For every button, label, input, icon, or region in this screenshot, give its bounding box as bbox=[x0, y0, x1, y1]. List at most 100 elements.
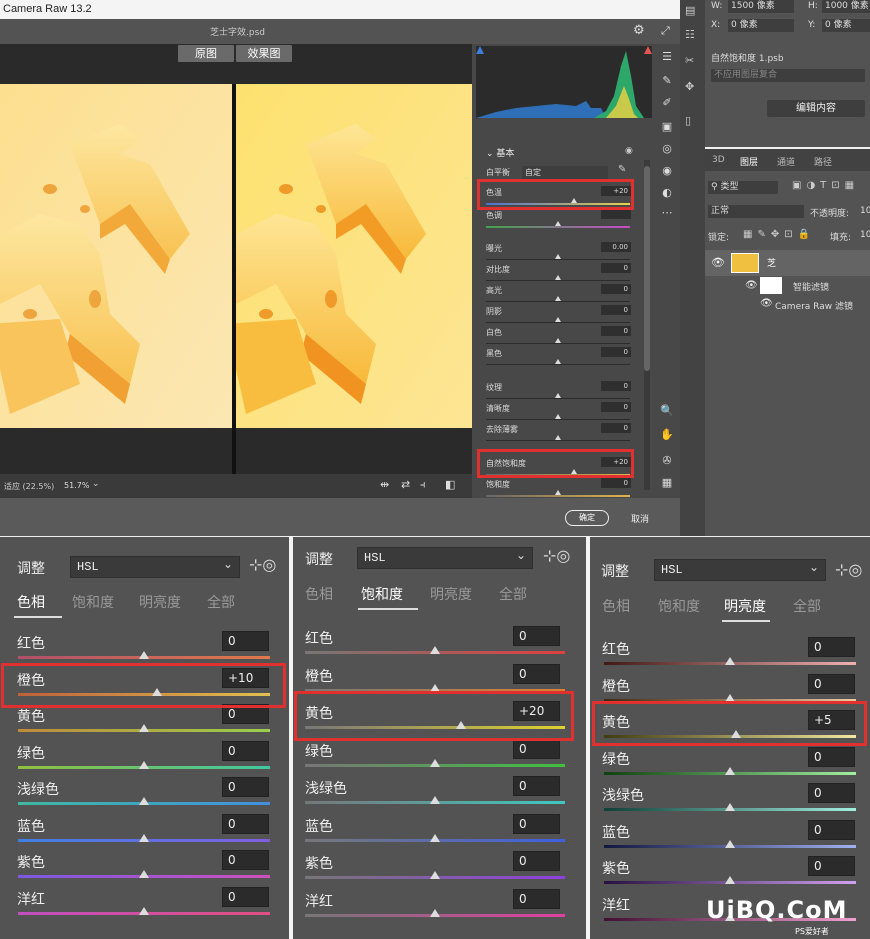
more-icon[interactable]: ⋯ bbox=[660, 206, 674, 219]
hsl-value-field[interactable]: 0 bbox=[222, 777, 269, 797]
ps-adjust-icon[interactable]: ☷ bbox=[685, 28, 695, 41]
hsl-value-field[interactable]: 0 bbox=[513, 813, 560, 834]
ps-brush-icon[interactable]: ✂ bbox=[685, 54, 694, 67]
ok-button[interactable]: 确定 bbox=[565, 510, 609, 526]
smart-filter-label[interactable]: 智能滤镜 bbox=[793, 280, 829, 293]
tab-channels[interactable]: 通道 bbox=[777, 155, 795, 168]
before-after-toggle-icon[interactable]: ◧ bbox=[445, 478, 455, 491]
white-balance-select[interactable]: 自定 bbox=[522, 166, 608, 179]
hsl-slider-thumb[interactable] bbox=[725, 803, 735, 811]
hsl-value-field[interactable]: 0 bbox=[513, 776, 560, 796]
blend-mode-select[interactable]: 正常 bbox=[708, 205, 804, 218]
hsl-slider-thumb[interactable] bbox=[139, 651, 149, 659]
hsl-value-field[interactable]: 0 bbox=[513, 888, 560, 909]
split-view-icon[interactable]: ⫞ bbox=[420, 478, 426, 492]
hsl-value-field[interactable]: 0 bbox=[222, 740, 269, 761]
fullscreen-icon[interactable]: ⤢ bbox=[661, 24, 670, 38]
zoom-level[interactable]: 51.7% bbox=[64, 481, 89, 490]
brush-icon[interactable]: ✎ bbox=[660, 74, 674, 87]
width-field[interactable]: 1500 像素 bbox=[728, 0, 794, 13]
basic-value-field[interactable]: 0 bbox=[601, 305, 631, 315]
target-adjust-icon[interactable]: ⊹◎ bbox=[249, 555, 276, 574]
chevron-down-icon[interactable]: ⌄ bbox=[92, 479, 100, 489]
basic-slider-track[interactable] bbox=[486, 419, 630, 420]
height-field[interactable]: 1000 像素 bbox=[822, 0, 870, 13]
hsl-slider-thumb[interactable] bbox=[139, 833, 149, 842]
basic-value-field[interactable]: 0.00 bbox=[601, 242, 631, 252]
basic-slider-thumb[interactable] bbox=[555, 359, 561, 364]
hsl-slider-thumb[interactable] bbox=[430, 646, 440, 654]
sampler-icon[interactable]: ✇ bbox=[660, 454, 674, 467]
tab-layers[interactable]: 图层 bbox=[740, 155, 758, 168]
cancel-button[interactable]: 取消 bbox=[631, 512, 649, 525]
hsl-value-field[interactable]: 0 bbox=[808, 856, 855, 876]
hsl-slider-thumb[interactable] bbox=[430, 833, 440, 842]
layer-filter-select[interactable]: ⚲ 类型 bbox=[708, 181, 778, 194]
basic-slider-thumb[interactable] bbox=[555, 296, 561, 301]
hsl-value-field[interactable]: 0 bbox=[808, 673, 855, 694]
ps-doc-icon[interactable]: ▯ bbox=[685, 114, 691, 127]
tab-hue[interactable]: 色相 bbox=[305, 584, 333, 604]
zoom-fit[interactable]: 适应 (22.5%) bbox=[4, 481, 54, 492]
layer-filter-icons[interactable]: ▣◑T⊡▦ bbox=[792, 180, 859, 191]
basic-value-field[interactable]: 0 bbox=[601, 326, 631, 336]
swap-view-icon[interactable]: ⇹ bbox=[380, 478, 389, 491]
tab-hue[interactable]: 色相 bbox=[17, 592, 45, 612]
hsl-slider-thumb[interactable] bbox=[139, 724, 149, 732]
basic-slider-thumb[interactable] bbox=[555, 393, 561, 398]
basic-value-field[interactable]: 0 bbox=[601, 423, 631, 433]
basic-slider-thumb[interactable] bbox=[555, 490, 561, 495]
hsl-slider-thumb[interactable] bbox=[725, 766, 735, 775]
layer-name[interactable]: 芝 bbox=[767, 256, 776, 269]
tab-all[interactable]: 全部 bbox=[207, 592, 235, 612]
basic-slider-track[interactable] bbox=[486, 280, 630, 281]
basic-slider-track[interactable] bbox=[486, 322, 630, 323]
zoom-icon[interactable]: 🔍 bbox=[660, 404, 674, 417]
basic-slider-thumb[interactable] bbox=[555, 414, 561, 419]
basic-slider-track[interactable] bbox=[486, 440, 630, 441]
basic-slider-thumb[interactable] bbox=[555, 338, 561, 343]
tab-saturation[interactable]: 饱和度 bbox=[361, 584, 403, 604]
basic-value-field[interactable]: 0 bbox=[601, 347, 631, 357]
basic-value-field[interactable]: 0 bbox=[601, 402, 631, 412]
tab-paths[interactable]: 路径 bbox=[814, 155, 832, 168]
basic-slider-track[interactable] bbox=[486, 495, 630, 497]
edit-sliders-icon[interactable]: ☰ bbox=[660, 50, 674, 63]
ps-layers-icon[interactable]: ▤ bbox=[685, 4, 695, 17]
hsl-value-field[interactable]: 0 bbox=[222, 631, 269, 651]
hsl-slider-thumb[interactable] bbox=[139, 797, 149, 805]
paint-icon[interactable]: ✐ bbox=[660, 96, 674, 109]
basic-section-header[interactable]: ⌄ 基本 bbox=[486, 146, 514, 159]
basic-value-field[interactable] bbox=[601, 209, 631, 219]
basic-slider-track[interactable] bbox=[486, 364, 630, 365]
tab-saturation[interactable]: 饱和度 bbox=[658, 596, 700, 616]
eye-icon[interactable]: 👁 bbox=[711, 256, 725, 269]
gradient-icon[interactable]: ▣ bbox=[660, 120, 674, 133]
lock-icons[interactable]: ▦✎✥⊡🔒 bbox=[743, 229, 815, 240]
basic-slider-track[interactable] bbox=[486, 301, 630, 302]
eye-icon[interactable]: 👁 bbox=[745, 280, 758, 291]
hsl-slider-thumb[interactable] bbox=[430, 871, 440, 879]
basic-slider-track[interactable] bbox=[486, 226, 630, 228]
gear-icon[interactable]: ⚙ bbox=[633, 23, 645, 38]
hsl-slider-thumb[interactable] bbox=[139, 760, 149, 769]
tab-all[interactable]: 全部 bbox=[499, 584, 527, 604]
copy-settings-icon[interactable]: ⇄ bbox=[401, 478, 410, 491]
basic-value-field[interactable]: 0 bbox=[601, 478, 631, 488]
eyedropper-icon[interactable]: ✎ bbox=[618, 164, 626, 175]
tab-saturation[interactable]: 饱和度 bbox=[72, 592, 114, 612]
hsl-slider-thumb[interactable] bbox=[139, 906, 149, 915]
before-after-divider[interactable] bbox=[232, 84, 236, 474]
hsl-value-field[interactable]: 0 bbox=[513, 851, 560, 871]
hsl-value-field[interactable]: 0 bbox=[808, 819, 855, 840]
hsl-value-field[interactable]: 0 bbox=[222, 886, 269, 907]
radial-icon[interactable]: ◎ bbox=[660, 142, 674, 155]
hsl-slider-thumb[interactable] bbox=[725, 876, 735, 884]
basic-slider-track[interactable] bbox=[486, 259, 630, 260]
tab-luminance[interactable]: 明亮度 bbox=[139, 592, 181, 612]
hsl-mode-select[interactable]: HSL ⌄ bbox=[654, 559, 826, 581]
basic-slider-thumb[interactable] bbox=[555, 221, 561, 226]
basic-slider-thumb[interactable] bbox=[555, 275, 561, 280]
camera-raw-filter-label[interactable]: Camera Raw 滤镜 bbox=[775, 299, 853, 312]
hsl-value-field[interactable]: 0 bbox=[808, 783, 855, 803]
